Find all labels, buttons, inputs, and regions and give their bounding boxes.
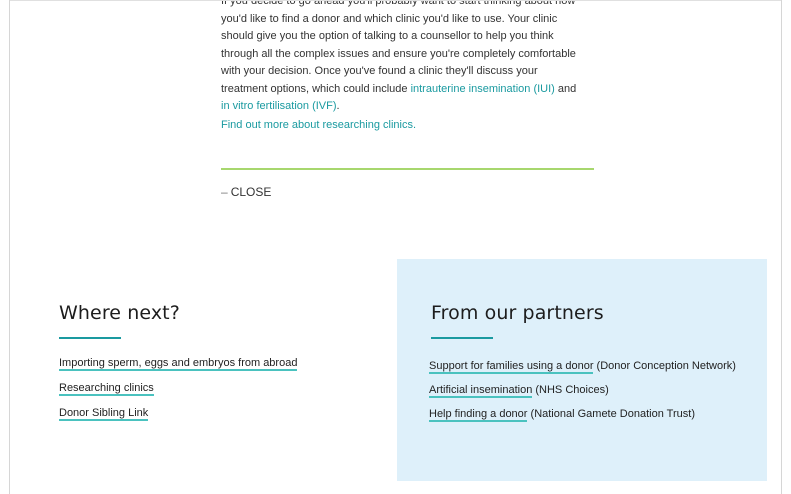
ivf-link[interactable]: in vitro fertilisation (IVF) — [221, 100, 337, 112]
partners-title: From our partners — [431, 302, 604, 324]
article-line: treatment options, which could include i… — [221, 81, 601, 98]
window-right-border — [781, 0, 782, 494]
article-text: treatment options, which could include — [221, 82, 411, 95]
iui-link[interactable]: intrauterine insemination (IUI) — [411, 83, 555, 95]
link-text: Donor Sibling Link — [59, 407, 149, 421]
article-cut-off-text: If you decide to go ahead you'll probabl… — [221, 1, 576, 7]
window-left-border — [9, 0, 10, 494]
article-paragraph: you'd like to find a donor and which cli… — [221, 11, 601, 115]
article-text: and — [554, 82, 577, 95]
article-text: . — [336, 100, 340, 113]
where-next-links: Importing sperm, eggs and embryos from a… — [59, 356, 298, 431]
article-line: through all the complex issues and ensur… — [221, 47, 576, 60]
article-cut-off-line: If you decide to go ahead you'll probabl… — [221, 1, 591, 10]
partner-link[interactable]: Help finding a donor — [429, 408, 528, 422]
collapse-icon: – — [221, 185, 228, 199]
partner-source: (Donor Conception Network) — [593, 360, 736, 372]
partner-item: Help finding a donor (National Gamete Do… — [429, 406, 749, 422]
link-text: Importing sperm, eggs and embryos from a… — [59, 357, 298, 371]
article-line: should give you the option of talking to… — [221, 30, 554, 43]
partner-link[interactable]: Support for families using a donor — [429, 360, 594, 374]
where-next-link[interactable]: Researching clinics — [59, 381, 297, 396]
where-next-title: Where next? — [59, 302, 180, 324]
article-line: with your decision. Once you've found a … — [221, 65, 538, 78]
title-underline — [431, 337, 493, 339]
partners-links: Support for families using a donor (Dono… — [429, 358, 749, 430]
article-line: you'd like to find a donor and which cli… — [221, 13, 558, 25]
partner-link[interactable]: Artificial insemination — [429, 384, 533, 398]
find-out-more-link[interactable]: Find out more about researching clinics. — [221, 119, 416, 131]
title-underline — [59, 337, 121, 339]
where-next-link[interactable]: Importing sperm, eggs and embryos from a… — [59, 356, 298, 371]
partners-section: From our partners — [431, 302, 604, 339]
where-next-link[interactable]: Donor Sibling Link — [59, 406, 297, 421]
partner-item: Support for families using a donor (Dono… — [429, 358, 749, 374]
close-label: CLOSE — [230, 185, 272, 199]
partner-source: (NHS Choices) — [532, 384, 609, 396]
partner-source: (National Gamete Donation Trust) — [527, 408, 695, 420]
link-text: Researching clinics — [59, 382, 154, 396]
close-accordion-button[interactable]: – CLOSE — [221, 185, 271, 199]
partner-item: Artificial insemination (NHS Choices) — [429, 382, 749, 398]
where-next-section: Where next? — [59, 302, 359, 339]
article-line: in vitro fertilisation (IVF). — [221, 98, 601, 115]
section-divider — [221, 168, 594, 170]
